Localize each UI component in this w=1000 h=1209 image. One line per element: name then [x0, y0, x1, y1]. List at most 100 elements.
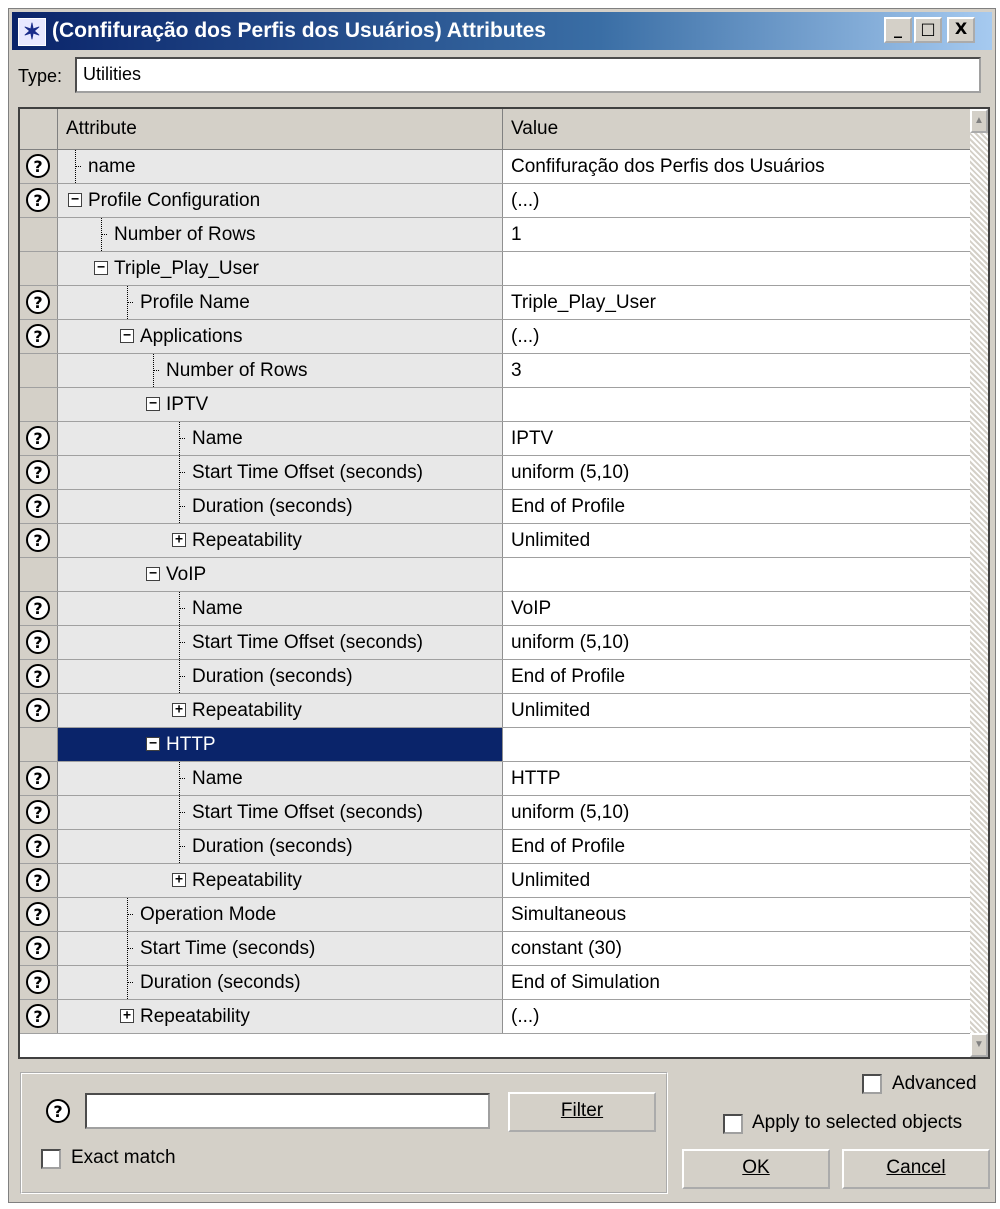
- table-row[interactable]: ? Name VoIP: [20, 592, 970, 626]
- attribute-cell[interactable]: Name: [58, 422, 503, 455]
- attribute-cell[interactable]: + Repeatability: [58, 524, 503, 557]
- attribute-cell[interactable]: Duration (seconds): [58, 490, 503, 523]
- attribute-column-header[interactable]: Attribute: [58, 109, 503, 149]
- value-cell[interactable]: uniform (5,10): [503, 456, 970, 489]
- help-icon[interactable]: ?: [26, 664, 50, 688]
- table-row[interactable]: ? Start Time Offset (seconds) uniform (5,1…: [20, 626, 970, 660]
- table-row[interactable]: ? − Applications (...): [20, 320, 970, 354]
- value-cell[interactable]: HTTP: [503, 762, 970, 795]
- exact-match-checkbox[interactable]: [41, 1149, 61, 1169]
- value-cell[interactable]: (...): [503, 184, 970, 217]
- attribute-cell[interactable]: Duration (seconds): [58, 966, 503, 999]
- help-icon[interactable]: ?: [26, 868, 50, 892]
- help-icon[interactable]: ?: [26, 426, 50, 450]
- table-row[interactable]: ? Name HTTP: [20, 762, 970, 796]
- table-row[interactable]: Number of Rows 3: [20, 354, 970, 388]
- table-row[interactable]: ? name Confifuração dos Perfis dos Usuário…: [20, 150, 970, 184]
- table-row[interactable]: ? + Repeatability Unlimited: [20, 694, 970, 728]
- attribute-cell[interactable]: Number of Rows: [58, 354, 503, 387]
- type-field[interactable]: Utilities: [75, 57, 981, 93]
- scroll-up-icon[interactable]: ▲: [970, 109, 988, 133]
- filter-help-icon[interactable]: ?: [46, 1099, 70, 1123]
- value-cell[interactable]: 3: [503, 354, 970, 387]
- table-row[interactable]: ? + Repeatability (...): [20, 1000, 970, 1034]
- attribute-cell[interactable]: − Profile Configuration: [58, 184, 503, 217]
- help-icon[interactable]: ?: [26, 970, 50, 994]
- help-icon[interactable]: ?: [26, 936, 50, 960]
- collapse-icon[interactable]: −: [146, 737, 160, 751]
- ok-button[interactable]: OK: [682, 1149, 830, 1189]
- attribute-cell[interactable]: Duration (seconds): [58, 660, 503, 693]
- attribute-cell[interactable]: Name: [58, 762, 503, 795]
- table-row[interactable]: − VoIP: [20, 558, 970, 592]
- value-cell[interactable]: uniform (5,10): [503, 796, 970, 829]
- expand-icon[interactable]: +: [120, 1009, 134, 1023]
- expand-icon[interactable]: +: [172, 703, 186, 717]
- value-cell[interactable]: [503, 558, 970, 591]
- value-cell[interactable]: Confifuração dos Perfis dos Usuários: [503, 150, 970, 183]
- table-row[interactable]: ? Start Time Offset (seconds) uniform (5,1…: [20, 796, 970, 830]
- table-row[interactable]: − IPTV: [20, 388, 970, 422]
- value-cell[interactable]: [503, 728, 970, 761]
- value-cell[interactable]: (...): [503, 1000, 970, 1033]
- attribute-cell[interactable]: Start Time (seconds): [58, 932, 503, 965]
- attribute-cell[interactable]: Operation Mode: [58, 898, 503, 931]
- value-cell[interactable]: IPTV: [503, 422, 970, 455]
- table-row[interactable]: ? + Repeatability Unlimited: [20, 524, 970, 558]
- help-icon[interactable]: ?: [26, 188, 50, 212]
- help-icon[interactable]: ?: [26, 698, 50, 722]
- apply-selected-checkbox[interactable]: [723, 1114, 743, 1134]
- collapse-icon[interactable]: −: [94, 261, 108, 275]
- attribute-cell[interactable]: − HTTP: [58, 728, 503, 761]
- value-cell[interactable]: End of Profile: [503, 830, 970, 863]
- table-row[interactable]: ? Name IPTV: [20, 422, 970, 456]
- help-icon[interactable]: ?: [26, 630, 50, 654]
- attribute-cell[interactable]: Start Time Offset (seconds): [58, 456, 503, 489]
- value-cell[interactable]: 1: [503, 218, 970, 251]
- value-cell[interactable]: VoIP: [503, 592, 970, 625]
- help-icon[interactable]: ?: [26, 766, 50, 790]
- attribute-cell[interactable]: Start Time Offset (seconds): [58, 796, 503, 829]
- table-row[interactable]: ? Start Time Offset (seconds) uniform (5,1…: [20, 456, 970, 490]
- title-bar[interactable]: ✶ (Confifuração dos Perfis dos Usuários)…: [12, 12, 992, 50]
- table-row[interactable]: ? Start Time (seconds) constant (30): [20, 932, 970, 966]
- attribute-cell[interactable]: Start Time Offset (seconds): [58, 626, 503, 659]
- table-row[interactable]: ? Duration (seconds) End of Profile: [20, 830, 970, 864]
- table-row[interactable]: − HTTP: [20, 728, 970, 762]
- help-icon[interactable]: ?: [26, 834, 50, 858]
- help-icon[interactable]: ?: [26, 324, 50, 348]
- attribute-cell[interactable]: + Repeatability: [58, 864, 503, 897]
- attribute-cell[interactable]: Name: [58, 592, 503, 625]
- attribute-cell[interactable]: − IPTV: [58, 388, 503, 421]
- value-cell[interactable]: constant (30): [503, 932, 970, 965]
- help-icon[interactable]: ?: [26, 154, 50, 178]
- table-row[interactable]: ? Duration (seconds) End of Profile: [20, 660, 970, 694]
- value-cell[interactable]: uniform (5,10): [503, 626, 970, 659]
- value-cell[interactable]: End of Profile: [503, 490, 970, 523]
- table-row[interactable]: − Triple_Play_User: [20, 252, 970, 286]
- collapse-icon[interactable]: −: [68, 193, 82, 207]
- table-row[interactable]: ? Operation Mode Simultaneous: [20, 898, 970, 932]
- help-icon[interactable]: ?: [26, 528, 50, 552]
- help-icon[interactable]: ?: [26, 800, 50, 824]
- help-icon[interactable]: ?: [26, 1004, 50, 1028]
- table-row[interactable]: Number of Rows 1: [20, 218, 970, 252]
- attribute-cell[interactable]: Number of Rows: [58, 218, 503, 251]
- collapse-icon[interactable]: −: [146, 567, 160, 581]
- cancel-button[interactable]: Cancel: [842, 1149, 990, 1189]
- help-icon[interactable]: ?: [26, 902, 50, 926]
- value-cell[interactable]: [503, 252, 970, 285]
- value-cell[interactable]: Simultaneous: [503, 898, 970, 931]
- value-cell[interactable]: Unlimited: [503, 864, 970, 897]
- vertical-scrollbar[interactable]: ▲ ▼: [970, 109, 988, 1057]
- table-row[interactable]: ? − Profile Configuration (...): [20, 184, 970, 218]
- value-cell[interactable]: Unlimited: [503, 694, 970, 727]
- attribute-cell[interactable]: Duration (seconds): [58, 830, 503, 863]
- table-row[interactable]: ? Duration (seconds) End of Simulation: [20, 966, 970, 1000]
- attribute-cell[interactable]: − Applications: [58, 320, 503, 353]
- value-cell[interactable]: End of Profile: [503, 660, 970, 693]
- table-row[interactable]: ? Duration (seconds) End of Profile: [20, 490, 970, 524]
- value-cell[interactable]: (...): [503, 320, 970, 353]
- help-icon[interactable]: ?: [26, 460, 50, 484]
- scroll-down-icon[interactable]: ▼: [970, 1033, 988, 1057]
